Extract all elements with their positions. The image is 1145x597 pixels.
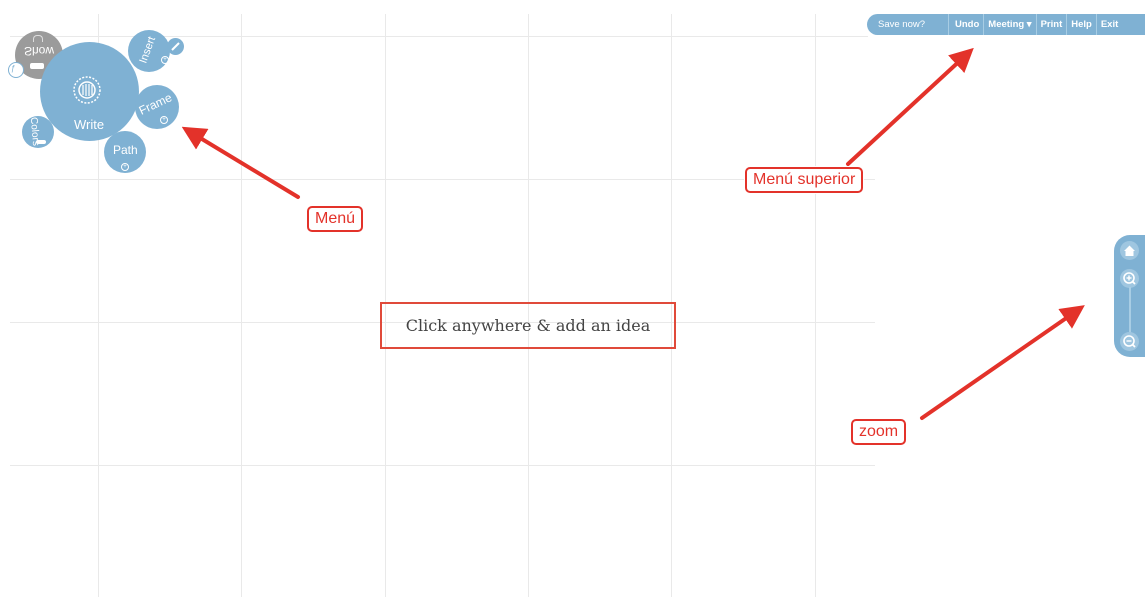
zoom-arrow [920, 305, 1085, 420]
top-menu-callout: Menú superior [745, 167, 864, 193]
annotation-arrows [181, 47, 1085, 420]
top-menu-arrow [846, 47, 974, 166]
zoom-callout: zoom [851, 419, 907, 445]
menu-arrow [181, 126, 300, 199]
menu-callout: Menú [307, 206, 364, 232]
